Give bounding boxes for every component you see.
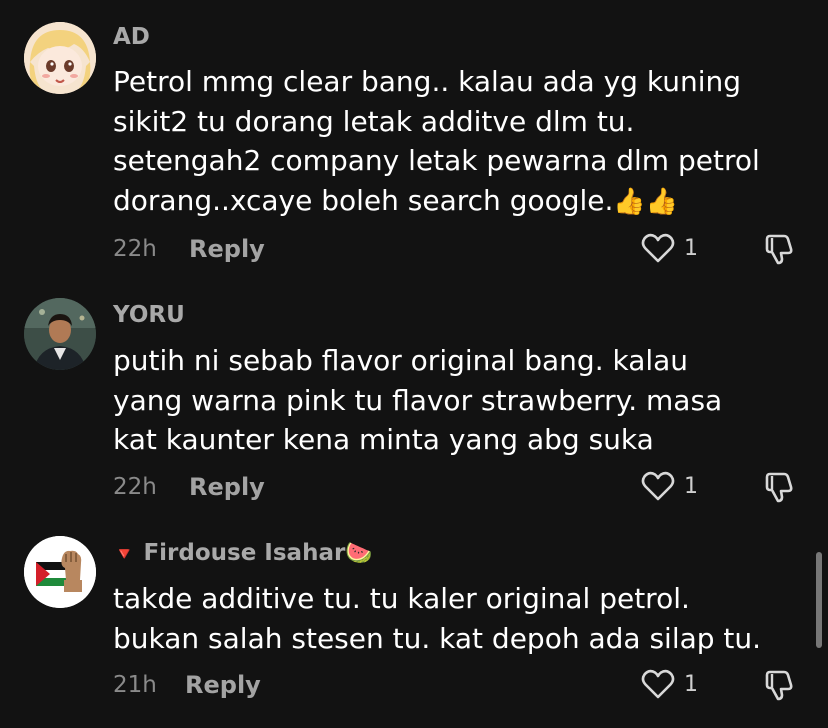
avatar[interactable] — [24, 536, 96, 608]
reply-button[interactable]: Reply — [185, 671, 261, 699]
comment-time: 22h — [113, 474, 157, 500]
watermelon-emoji: 🍉 — [345, 541, 373, 566]
comment-item: AD Petrol mmg clear bang.. kalau ada yg … — [0, 0, 828, 270]
heart-icon[interactable] — [641, 470, 675, 502]
anime-girl-avatar-icon — [24, 22, 96, 94]
comment-body: takde additive tu. tu kaler original pet… — [113, 582, 762, 655]
reply-button[interactable]: Reply — [189, 235, 265, 263]
comment-text: takde additive tu. tu kaler original pet… — [113, 579, 763, 658]
palestine-flag-fist-avatar-icon — [24, 536, 96, 608]
comment-username[interactable]: 🔻 Firdouse Isahar🍉 — [113, 540, 373, 566]
thumbs-up-emoji: 👍👍 — [613, 186, 679, 217]
thumbs-down-icon[interactable] — [762, 232, 796, 266]
comment-time: 22h — [113, 236, 157, 262]
like-count: 1 — [684, 236, 698, 261]
heart-icon[interactable] — [641, 668, 675, 700]
avatar[interactable] — [24, 22, 96, 94]
red-triangle-emoji: 🔻 — [113, 544, 136, 565]
comment-username[interactable]: AD — [113, 24, 150, 50]
scrollbar[interactable] — [816, 552, 822, 648]
reply-button[interactable]: Reply — [189, 473, 265, 501]
comment-text: Petrol mmg clear bang.. kalau ada yg kun… — [113, 62, 763, 222]
like-count: 1 — [684, 474, 698, 499]
thumbs-down-icon[interactable] — [762, 470, 796, 504]
comment-item: 🔻 Firdouse Isahar🍉 takde additive tu. tu… — [0, 520, 828, 728]
avatar[interactable] — [24, 298, 96, 370]
comment-text: putih ni sebab flavor original bang. kal… — [113, 341, 763, 460]
comment-item: YORU putih ni sebab flavor original bang… — [0, 290, 828, 520]
man-photo-avatar-icon — [24, 298, 96, 370]
comment-username[interactable]: YORU — [113, 302, 185, 328]
comment-body: putih ni sebab flavor original bang. kal… — [113, 344, 723, 456]
thumbs-down-icon[interactable] — [762, 668, 796, 702]
comment-time: 21h — [113, 672, 157, 698]
heart-icon[interactable] — [641, 232, 675, 264]
username-text: Firdouse Isahar — [143, 540, 346, 566]
like-count: 1 — [684, 672, 698, 697]
